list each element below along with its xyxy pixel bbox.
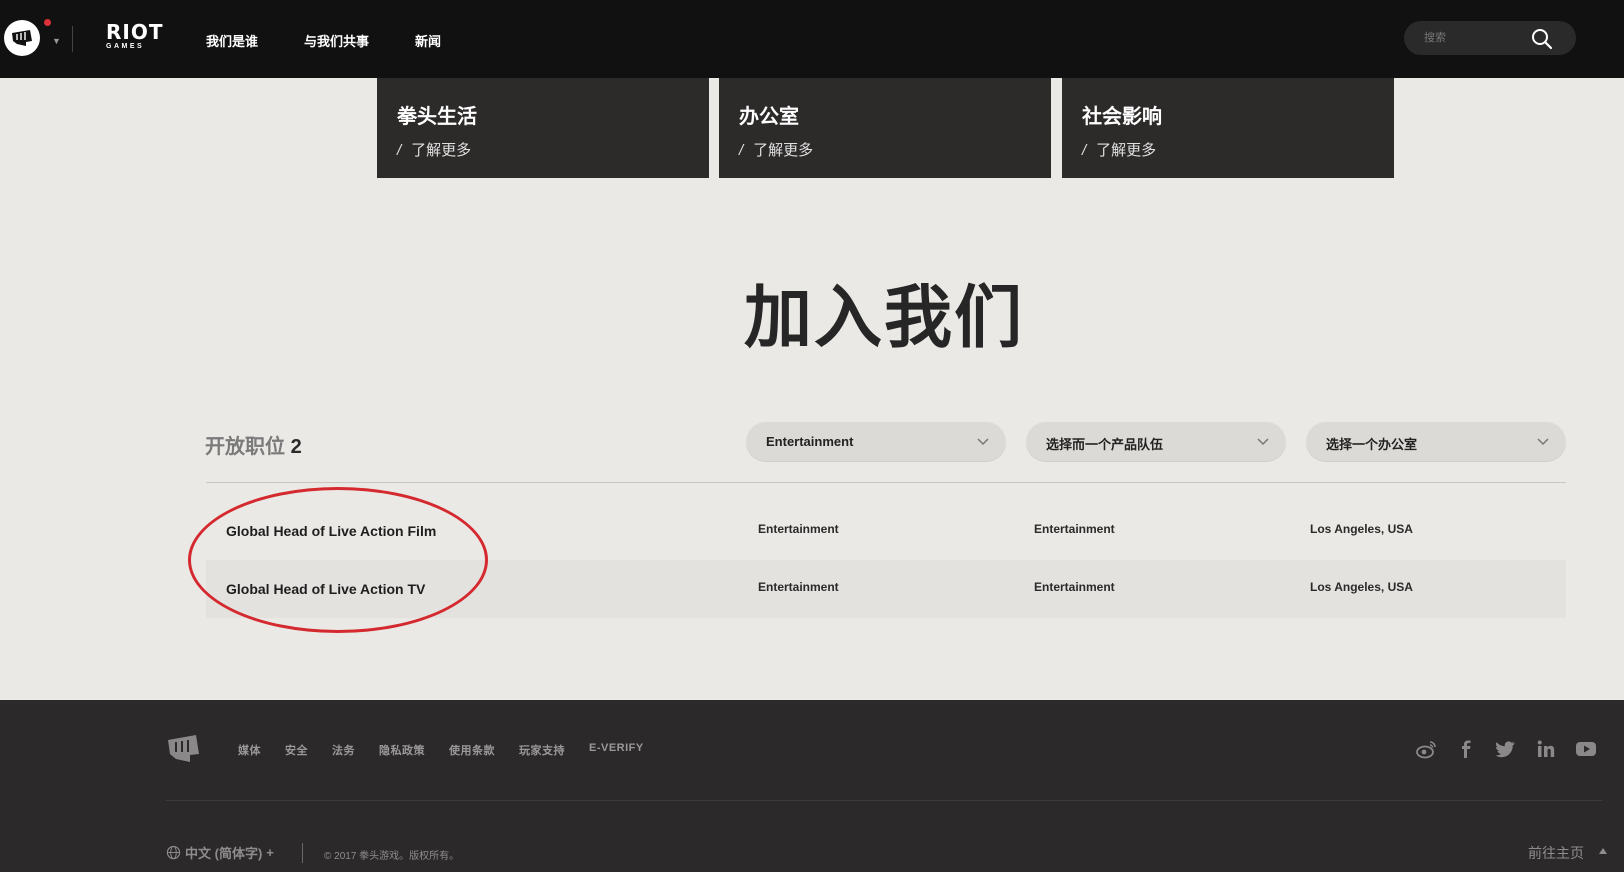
red-circle-annotation (188, 487, 488, 633)
page-title: 加入我们 (743, 280, 1024, 356)
office-select[interactable]: 选择一个办公室 (1306, 422, 1566, 462)
fist-logo-icon[interactable] (166, 732, 200, 764)
caret-up-icon[interactable] (1598, 846, 1608, 856)
weibo-icon[interactable] (1415, 738, 1437, 760)
footer-link-media[interactable]: 媒体 (238, 742, 261, 758)
footer-divider (166, 800, 1602, 801)
twitter-icon[interactable] (1495, 738, 1517, 760)
open-positions-label: 开放职位 (205, 436, 285, 458)
search-box (1404, 21, 1576, 55)
footer-link-terms[interactable]: 使用条款 (449, 742, 495, 758)
job-office: Los Angeles, USA (1310, 522, 1413, 536)
chevron-down-icon (977, 438, 989, 446)
language-selector[interactable]: 中文 (简体字) + (166, 843, 274, 862)
select-value: 选择一个办公室 (1326, 437, 1418, 452)
youtube-icon[interactable] (1575, 738, 1597, 760)
footer-links: 媒体 安全 法务 隐私政策 使用条款 玩家支持 E-VERIFY (238, 742, 644, 758)
nav-item-work-with-us[interactable]: 与我们共事 (304, 31, 369, 50)
riot-wordmark-sub: GAMES (106, 43, 145, 50)
riot-wordmark[interactable]: RIOT (106, 22, 163, 42)
search-input[interactable] (1424, 28, 1524, 48)
language-label: 中文 (简体字) (185, 846, 263, 861)
footer-link-everify[interactable]: E-VERIFY (589, 742, 644, 758)
fist-icon (12, 30, 32, 46)
footer-link-player-support[interactable]: 玩家支持 (519, 742, 565, 758)
card-offices[interactable]: 办公室 / 了解更多 (719, 78, 1051, 178)
card-link-label: 了解更多 (1096, 142, 1157, 159)
product-team-select[interactable]: 选择而一个产品队伍 (1026, 422, 1286, 462)
card-learn-more-link[interactable]: / 了解更多 (739, 139, 813, 160)
job-team: Entertainment (1034, 522, 1115, 536)
job-craft: Entertainment (758, 522, 839, 536)
card-riot-life[interactable]: 拳头生活 / 了解更多 (377, 78, 709, 178)
riot-fist-logo[interactable] (4, 20, 40, 56)
job-office: Los Angeles, USA (1310, 580, 1413, 594)
footer-link-legal[interactable]: 法务 (332, 742, 355, 758)
search-icon[interactable] (1530, 27, 1554, 51)
select-value: 选择而一个产品队伍 (1046, 437, 1164, 452)
linkedin-icon[interactable] (1535, 738, 1557, 760)
card-learn-more-link[interactable]: / 了解更多 (1082, 139, 1156, 160)
card-title: 社会影响 (1082, 106, 1162, 128)
job-team: Entertainment (1034, 580, 1115, 594)
notification-dot (44, 19, 51, 26)
main-nav: 我们是谁 与我们共事 新闻 (206, 31, 441, 50)
back-to-home-link[interactable]: 前往主页 (1528, 843, 1584, 863)
nav-item-who-we-are[interactable]: 我们是谁 (206, 31, 258, 50)
footer-link-privacy[interactable]: 隐私政策 (379, 742, 425, 758)
craft-filter-select[interactable]: Entertainment (746, 422, 1006, 462)
job-craft: Entertainment (758, 580, 839, 594)
open-positions-count: 开放职位 2 (205, 430, 302, 459)
footer-link-security[interactable]: 安全 (285, 742, 308, 758)
card-social-impact[interactable]: 社会影响 / 了解更多 (1062, 78, 1394, 178)
globe-icon (166, 845, 181, 860)
chevron-down-icon (1537, 438, 1549, 446)
card-link-label: 了解更多 (753, 142, 814, 159)
card-title: 办公室 (739, 106, 799, 128)
chevron-down-icon (1257, 438, 1269, 446)
nav-item-news[interactable]: 新闻 (415, 31, 441, 50)
filter-divider (206, 482, 1566, 483)
copyright: © 2017 拳头游戏。版权所有。 (324, 851, 460, 862)
select-value: Entertainment (766, 434, 854, 449)
card-learn-more-link[interactable]: / 了解更多 (397, 139, 471, 160)
top-header: ▼ RIOT GAMES 我们是谁 与我们共事 新闻 (0, 0, 1624, 78)
chevron-down-icon[interactable]: ▼ (52, 36, 61, 46)
header-divider (72, 26, 73, 52)
facebook-icon[interactable] (1455, 738, 1477, 760)
language-plus: + (266, 845, 274, 860)
footer: 媒体 安全 法务 隐私政策 使用条款 玩家支持 E-VERIFY 中文 (简体字… (0, 700, 1624, 872)
card-title: 拳头生活 (397, 106, 477, 128)
card-link-label: 了解更多 (411, 142, 472, 159)
open-positions-number: 2 (290, 436, 302, 458)
footer-separator (302, 843, 303, 863)
